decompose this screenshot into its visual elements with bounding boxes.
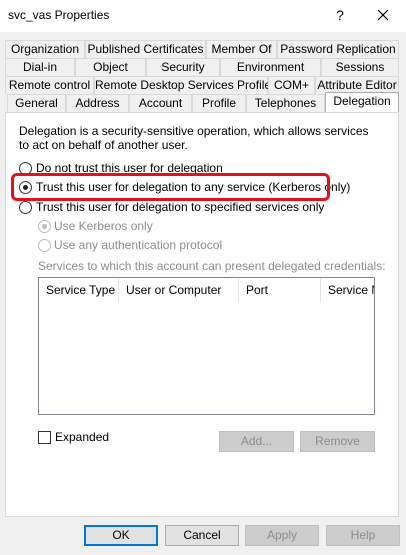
radio-use-any-protocol[interactable] [38,239,51,252]
column-user-or-computer[interactable]: User or Computer [119,278,239,302]
delegation-description: Delegation is a security-sensitive opera… [19,124,369,152]
radio-use-kerberos-only-label[interactable]: Use Kerberos only [54,219,153,233]
services-list[interactable]: Service Type User or Computer Port Servi… [38,277,375,415]
remove-button[interactable]: Remove [300,431,375,452]
column-port[interactable]: Port [239,278,321,302]
radio-trust-specified-services-label[interactable]: Trust this user for delegation to specif… [36,200,324,214]
expanded-checkbox[interactable] [38,431,51,444]
expanded-label[interactable]: Expanded [55,430,109,444]
column-service-type[interactable]: Service Type [39,278,119,302]
add-button[interactable]: Add... [219,431,294,452]
column-service-name[interactable]: Service N [321,278,374,302]
radio-use-any-protocol-label[interactable]: Use any authentication protocol [54,238,222,252]
radio-use-kerberos-only[interactable] [38,220,51,233]
highlight-annotation [11,173,330,201]
radio-trust-specified-services[interactable] [19,201,32,214]
services-label: Services to which this account can prese… [38,259,386,273]
